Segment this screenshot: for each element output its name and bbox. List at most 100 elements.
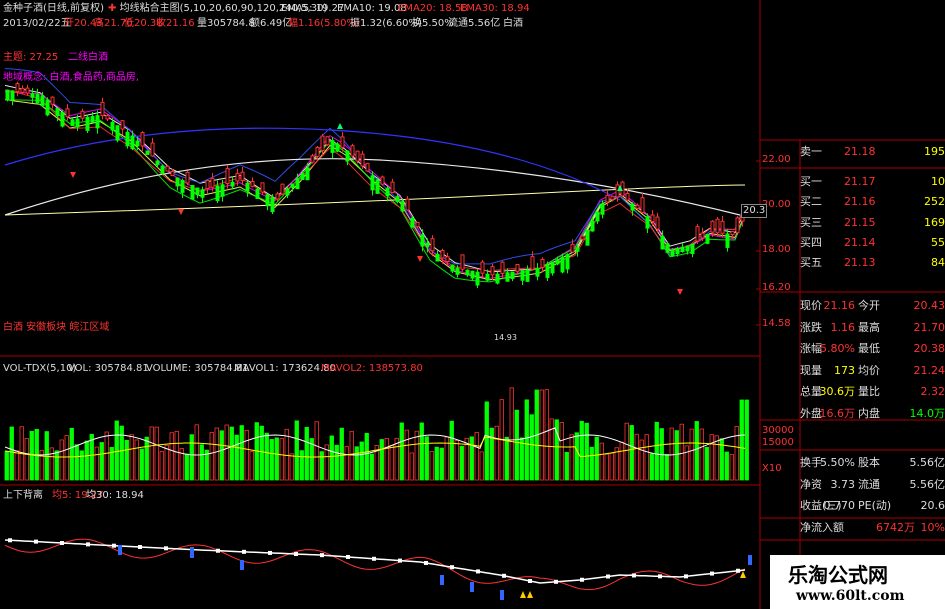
- divergence-triangle: [520, 591, 526, 598]
- volume-bar: [644, 434, 649, 481]
- candle-body: [5, 89, 10, 101]
- quote-price: 21.16: [844, 195, 876, 209]
- volume-bar: [289, 453, 294, 481]
- lower-dot: [164, 546, 168, 551]
- candle-body: [575, 247, 580, 252]
- candle-body: [380, 176, 385, 185]
- volume-bar: [284, 428, 289, 481]
- volume-vol: VOL: 305784.81: [68, 363, 149, 374]
- divergence-triangle: [527, 591, 533, 598]
- watermark-title: 乐淘公式网: [788, 563, 888, 587]
- candle-body: [675, 248, 680, 255]
- tier-label: 二线白酒: [68, 52, 108, 63]
- volume-bar: [519, 437, 524, 481]
- candle-body: [360, 153, 365, 167]
- ema30-label: EMA30: 18.94: [460, 3, 530, 14]
- candle-body: [355, 150, 360, 162]
- candle-body: [405, 198, 410, 211]
- volume-bar: [359, 441, 364, 481]
- stat-row: 涨跌 1.16 最高 21.70: [800, 318, 945, 338]
- volume-bar: [184, 453, 189, 481]
- candle-body: [670, 249, 675, 257]
- bid-row: 买四 21.14 55: [800, 233, 945, 253]
- candle-body: [480, 261, 485, 274]
- candle-body: [680, 246, 685, 253]
- volume-bar: [274, 437, 279, 481]
- bar-date: 2013/02/22五: [3, 18, 71, 29]
- volume-scale: X10: [762, 463, 782, 474]
- quote-volume: 10: [931, 175, 945, 188]
- volume-bar: [579, 420, 584, 481]
- candle-body: [515, 264, 520, 272]
- volume-bar: [539, 389, 544, 481]
- volume-bar: [414, 430, 419, 481]
- candle-body: [655, 216, 660, 230]
- stat-value: 5.56亿: [909, 477, 945, 491]
- candle-body: [265, 194, 270, 207]
- candle-body: [490, 266, 495, 276]
- volume-bar: [124, 439, 129, 481]
- quote-price: 21.15: [844, 215, 876, 229]
- volume-bar: [479, 451, 484, 481]
- candle-body: [525, 269, 530, 282]
- candle-body: [485, 273, 490, 281]
- stat-value: 20.43: [913, 299, 945, 312]
- volume-bar: [154, 426, 159, 481]
- volume-bar: [674, 430, 679, 481]
- volume-bar: [349, 430, 354, 481]
- divergence-marker: [440, 575, 444, 585]
- quote-price: 21.17: [844, 175, 876, 188]
- volume-bar: [169, 432, 174, 481]
- lower-dot: [710, 571, 714, 576]
- volume-bar: [144, 436, 149, 481]
- candle-body: [45, 99, 50, 116]
- bid-row: 买二 21.16 252: [800, 192, 945, 212]
- candle-body: [35, 93, 40, 104]
- divergence-marker: [470, 582, 474, 592]
- bid-row: 买一 21.17 10: [800, 172, 945, 192]
- candle-body: [635, 204, 640, 209]
- stat-value: 2.32: [920, 385, 945, 399]
- candle-body: [540, 259, 545, 268]
- candle-body: [280, 183, 285, 195]
- candle-body: [10, 90, 15, 101]
- volume-bar: [79, 450, 84, 481]
- signal-arrow: [70, 172, 76, 178]
- volume-bar: [564, 451, 569, 481]
- volume-bar: [404, 429, 409, 481]
- candle-body: [465, 269, 470, 276]
- candle-body: [650, 214, 655, 223]
- candle-body: [195, 187, 200, 196]
- divergence-marker: [748, 555, 752, 565]
- lower-dot: [476, 569, 480, 574]
- volume-bar: [314, 421, 319, 481]
- volume-bar: [609, 452, 614, 481]
- volume-bar: [44, 431, 49, 481]
- volume-bar: [209, 432, 214, 481]
- bar-volume: 量305784.8: [197, 18, 255, 29]
- volume-bar: [4, 451, 9, 481]
- candle-body: [285, 188, 290, 196]
- candle-body: [115, 125, 120, 141]
- candle-body: [570, 243, 575, 253]
- volume-bar: [604, 453, 609, 481]
- volume-bar: [334, 444, 339, 481]
- volume-bar: [69, 427, 74, 481]
- stat-value: 3.73: [830, 477, 856, 491]
- candle-body: [60, 112, 65, 127]
- candle-body: [330, 140, 335, 153]
- candle-body: [335, 143, 340, 152]
- candle-body: [65, 108, 70, 118]
- bar-close: 收21.16: [156, 18, 195, 29]
- volume-bar: [509, 387, 514, 481]
- candle-body: [365, 162, 370, 172]
- divergence-marker: [118, 545, 122, 555]
- candle-body: [580, 235, 585, 240]
- volume-bar: [549, 418, 554, 481]
- candle-body: [55, 107, 60, 117]
- lower-dot: [60, 541, 64, 545]
- candle-body: [665, 243, 670, 253]
- stat-row: 涨幅 5.80% 最低 20.38: [800, 339, 945, 359]
- stat-label: 现价: [800, 299, 822, 312]
- candle-body: [530, 256, 535, 270]
